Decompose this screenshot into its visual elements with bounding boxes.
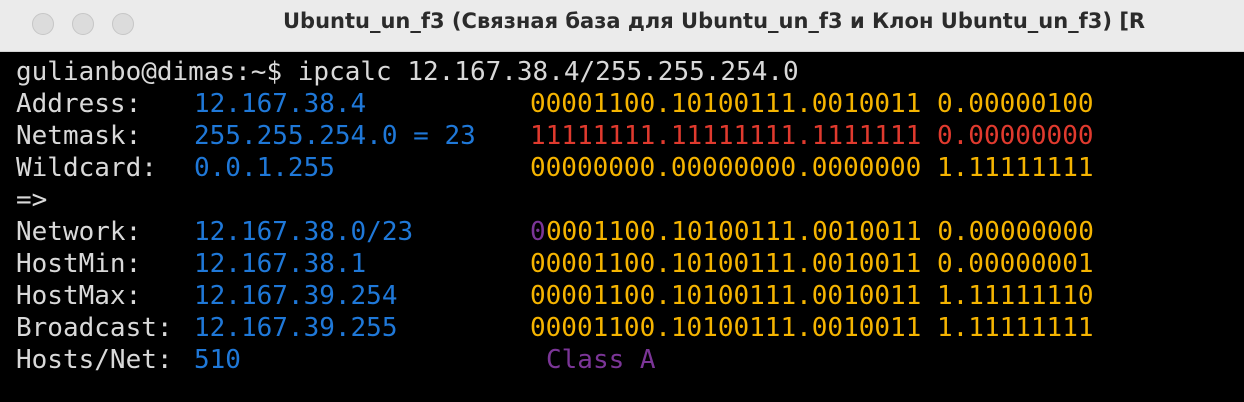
network-class-label: Class A [546,345,656,375]
row-label: => [16,185,48,215]
row-value: 12.167.38.4 [194,89,367,119]
row-value: 12.167.39.254 [194,281,398,311]
window-title: Ubuntu_un_f3 (Связная база для Ubuntu_un… [283,9,1146,33]
row-broadcast: Broadcast: 12.167.39.255 00001100.101001… [16,312,1244,344]
row-binary: 00001100.10100111.0010011 0.00000001 [530,249,1094,279]
row-binary: 00001100.10100111.0010011 0.00000100 [530,89,1094,119]
row-hostmin: HostMin: 12.167.38.1 00001100.10100111.0… [16,248,1244,280]
row-binary-class-bit: 0 [530,217,546,247]
zoom-window-button[interactable] [112,13,134,35]
row-label: Wildcard: [16,153,157,183]
row-value: 255.255.254.0 = 23 [194,121,476,151]
row-label: Address: [16,89,142,119]
row-value: 0.0.1.255 [194,153,335,183]
row-network: Network: 12.167.38.0/23 0 0001100.101001… [16,216,1244,248]
prompt-command: gulianbo@dimas:~$ ipcalc 12.167.38.4/255… [16,57,799,87]
row-binary: 11111111.11111111.1111111 0.00000000 [530,121,1094,151]
row-label: Hosts/Net: [16,345,173,375]
row-separator: => [16,184,1244,216]
row-value: 510 [194,345,241,375]
row-label: Broadcast: [16,313,173,343]
terminal-output[interactable]: gulianbo@dimas:~$ ipcalc 12.167.38.4/255… [16,56,1244,402]
row-binary: 00001100.10100111.0010011 1.11111110 [530,281,1094,311]
minimize-window-button[interactable] [72,13,94,35]
row-value: 12.167.38.1 [194,249,367,279]
row-label: HostMin: [16,249,142,279]
row-binary: 0001100.10100111.0010011 0.00000000 [546,217,1094,247]
row-address: Address: 12.167.38.4 00001100.10100111.0… [16,88,1244,120]
row-binary: 00000000.00000000.0000000 1.11111111 [530,153,1094,183]
terminal-prompt-line: gulianbo@dimas:~$ ipcalc 12.167.38.4/255… [16,56,1244,88]
row-value: 12.167.39.255 [194,313,398,343]
terminal-window: Ubuntu_un_f3 (Связная база для Ubuntu_un… [0,0,1244,402]
row-label: HostMax: [16,281,142,311]
row-hosts-net: Hosts/Net: 510 Class A [16,344,1244,376]
row-wildcard: Wildcard: 0.0.1.255 00000000.00000000.00… [16,152,1244,184]
row-hostmax: HostMax: 12.167.39.254 00001100.10100111… [16,280,1244,312]
row-binary: 00001100.10100111.0010011 1.11111111 [530,313,1094,343]
row-netmask: Netmask: 255.255.254.0 = 23 11111111.111… [16,120,1244,152]
row-label: Netmask: [16,121,142,151]
row-label: Network: [16,217,142,247]
close-window-button[interactable] [32,13,54,35]
row-value: 12.167.38.0/23 [194,217,414,247]
window-titlebar: Ubuntu_un_f3 (Связная база для Ubuntu_un… [0,0,1244,52]
